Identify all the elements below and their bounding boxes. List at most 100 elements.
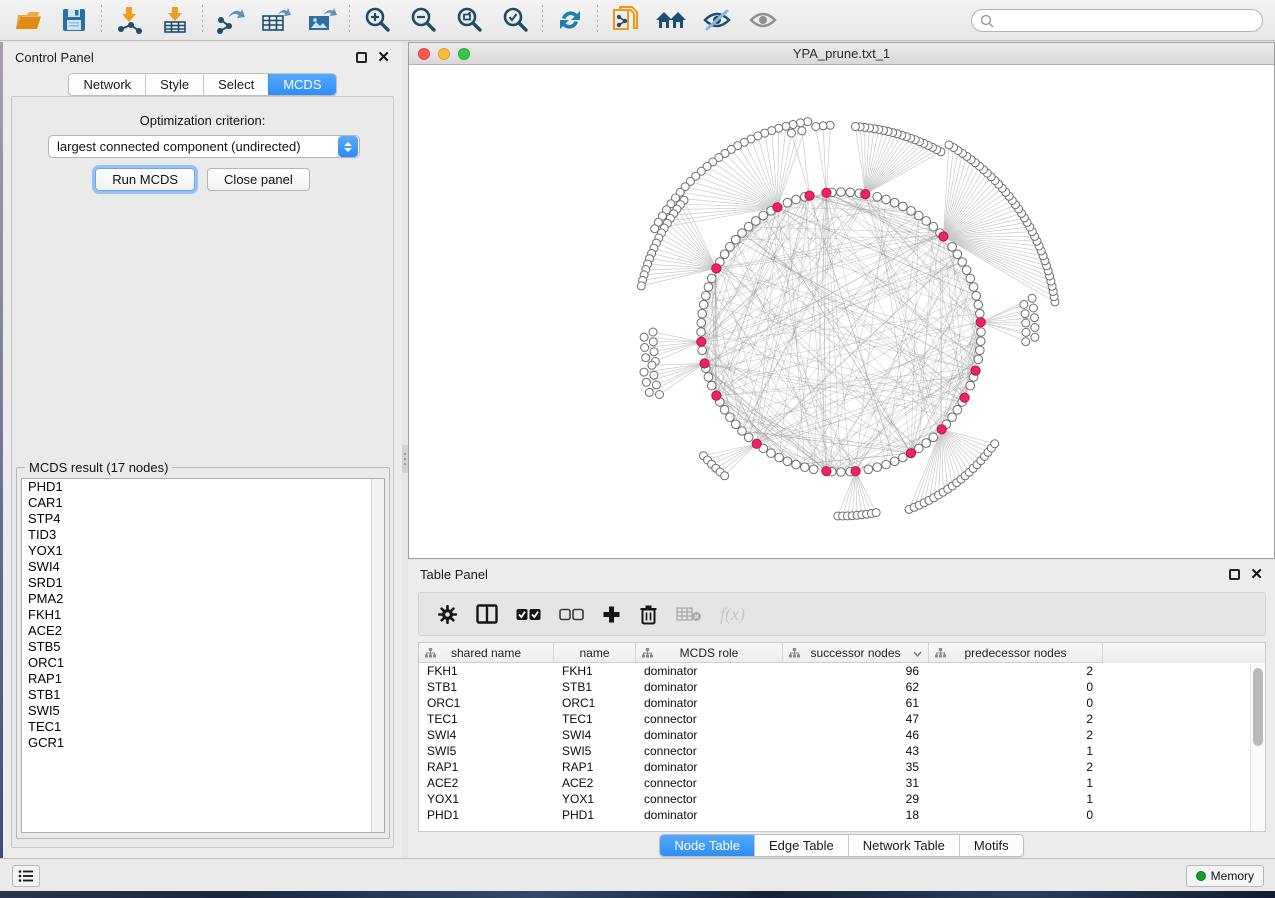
tab-motifs[interactable]: Motifs xyxy=(959,835,1023,856)
mcds-result-item[interactable]: TEC1 xyxy=(22,719,384,735)
column-header-shared-name[interactable]: shared name xyxy=(419,643,554,663)
tab-node-table[interactable]: Node Table xyxy=(660,835,754,856)
hide-selected-eye-icon[interactable] xyxy=(699,4,735,36)
export-table-icon[interactable] xyxy=(258,4,294,36)
table-row[interactable]: STB1STB1dominator620 xyxy=(419,679,1265,695)
zoom-out-icon[interactable] xyxy=(405,4,441,36)
mcds-result-item[interactable]: SWI4 xyxy=(22,559,384,575)
mcds-result-item[interactable]: TID3 xyxy=(22,527,384,543)
table-row[interactable]: ACE2ACE2connector311 xyxy=(419,775,1265,791)
table-cell: dominator xyxy=(636,759,783,775)
search-box[interactable] xyxy=(971,9,1263,32)
close-panel-icon[interactable]: ✕ xyxy=(377,52,390,63)
tab-mcds[interactable]: MCDS xyxy=(268,74,335,95)
table-row[interactable]: ORC1ORC1dominator610 xyxy=(419,695,1265,711)
table-row[interactable]: SWI4SWI4dominator462 xyxy=(419,727,1265,743)
table-row[interactable]: FKH1FKH1dominator962 xyxy=(419,663,1265,679)
table-cell: dominator xyxy=(636,695,783,711)
table-cell: ORC1 xyxy=(419,695,554,711)
float-panel-icon[interactable] xyxy=(356,52,367,63)
table-panel: Table Panel ✕ xyxy=(408,560,1275,858)
mcds-result-item[interactable]: SRD1 xyxy=(22,575,384,591)
table-cell: SWI4 xyxy=(419,727,554,743)
duplicate-network-icon[interactable] xyxy=(607,4,643,36)
show-all-eye-icon[interactable] xyxy=(745,4,781,36)
network-canvas[interactable] xyxy=(409,66,1274,558)
network-graph[interactable] xyxy=(409,66,1274,558)
attribute-tree-icon xyxy=(642,648,653,658)
table-scrollbar[interactable] xyxy=(1250,664,1265,831)
close-panel-button[interactable]: Close panel xyxy=(207,168,310,191)
zoom-selected-icon[interactable] xyxy=(497,4,533,36)
memory-button[interactable]: Memory xyxy=(1186,865,1264,887)
table-scrollbar-thumb[interactable] xyxy=(1253,668,1263,746)
tab-network[interactable]: Network xyxy=(69,74,145,95)
mcds-result-item[interactable]: STB1 xyxy=(22,687,384,703)
refresh-view-icon[interactable] xyxy=(552,4,588,36)
import-network-icon[interactable] xyxy=(111,4,147,36)
window-minimize-icon[interactable] xyxy=(438,48,450,60)
table-row[interactable]: RAP1RAP1dominator352 xyxy=(419,759,1265,775)
table-cell: 31 xyxy=(783,775,929,791)
create-new-column-icon[interactable] xyxy=(602,605,621,624)
open-file-icon[interactable] xyxy=(10,4,46,36)
table-row[interactable]: PHD1PHD1dominator180 xyxy=(419,807,1265,823)
table-cell: 61 xyxy=(783,695,929,711)
table-row[interactable]: TEC1TEC1connector472 xyxy=(419,711,1265,727)
tab-style[interactable]: Style xyxy=(145,74,203,95)
mcds-result-item[interactable]: FKH1 xyxy=(22,607,384,623)
show-column-panel-icon[interactable] xyxy=(476,604,498,624)
mcds-result-item[interactable]: PMA2 xyxy=(22,591,384,607)
export-network-icon[interactable] xyxy=(212,4,248,36)
table-cell: connector xyxy=(636,743,783,759)
mcds-list-scrollbar[interactable] xyxy=(371,479,384,832)
mcds-result-item[interactable]: YOX1 xyxy=(22,543,384,559)
column-header-mcds-role[interactable]: MCDS role xyxy=(636,643,783,663)
mcds-result-item[interactable]: GCR1 xyxy=(22,735,384,751)
table-row[interactable]: YOX1YOX1connector291 xyxy=(419,791,1265,807)
application-window: Control Panel ✕ Network Style Select MCD… xyxy=(0,0,1275,898)
mcds-result-item[interactable]: RAP1 xyxy=(22,671,384,687)
mcds-result-item[interactable]: STP4 xyxy=(22,511,384,527)
table-cell: SWI4 xyxy=(554,727,636,743)
tab-select[interactable]: Select xyxy=(203,74,268,95)
toolbar-separator xyxy=(349,5,350,35)
column-header-successor-nodes[interactable]: successor nodes xyxy=(783,643,929,663)
float-table-panel-icon[interactable] xyxy=(1229,569,1240,580)
mcds-tab-panel: Optimization criterion: largest connecte… xyxy=(11,96,394,848)
mcds-result-group: MCDS result (17 nodes) PHD1CAR1STP4TID3Y… xyxy=(16,467,390,839)
mcds-result-item[interactable]: SWI5 xyxy=(22,703,384,719)
mcds-result-item[interactable]: ORC1 xyxy=(22,655,384,671)
run-mcds-button[interactable]: Run MCDS xyxy=(95,168,195,191)
delete-columns-trash-icon[interactable] xyxy=(639,604,658,625)
search-input[interactable] xyxy=(999,14,1254,28)
mcds-result-list[interactable]: PHD1CAR1STP4TID3YOX1SWI4SRD1PMA2FKH1ACE2… xyxy=(21,478,385,833)
table-settings-gear-icon[interactable] xyxy=(437,604,458,625)
tab-edge-table[interactable]: Edge Table xyxy=(754,835,848,856)
column-header-name[interactable]: name xyxy=(554,643,636,663)
mcds-result-item[interactable]: PHD1 xyxy=(22,479,384,495)
deselect-all-columns-icon[interactable] xyxy=(559,608,584,621)
mcds-result-item[interactable]: CAR1 xyxy=(22,495,384,511)
window-close-icon[interactable] xyxy=(418,48,430,60)
close-table-panel-icon[interactable]: ✕ xyxy=(1250,569,1263,580)
mcds-result-item[interactable]: STB5 xyxy=(22,639,384,655)
table-row[interactable]: SWI5SWI5connector431 xyxy=(419,743,1265,759)
table-cell: 1 xyxy=(929,791,1103,807)
network-window-titlebar[interactable]: YPA_prune.txt_1 xyxy=(409,43,1274,65)
zoom-in-icon[interactable] xyxy=(359,4,395,36)
column-header-predecessor-nodes[interactable]: predecessor nodes xyxy=(929,643,1103,663)
window-maximize-icon[interactable] xyxy=(458,48,470,60)
zoom-fit-icon[interactable] xyxy=(451,4,487,36)
import-table-icon[interactable] xyxy=(157,4,193,36)
first-neighbors-icon[interactable] xyxy=(653,4,689,36)
mcds-result-item[interactable]: ACE2 xyxy=(22,623,384,639)
task-history-button[interactable] xyxy=(12,865,40,887)
tab-network-table[interactable]: Network Table xyxy=(848,835,959,856)
table-panel-header: Table Panel ✕ xyxy=(408,560,1275,588)
export-image-icon[interactable] xyxy=(304,4,340,36)
optimization-criterion-select[interactable]: largest connected component (undirected) xyxy=(48,135,360,158)
select-all-columns-icon[interactable] xyxy=(516,608,541,621)
save-session-icon[interactable] xyxy=(56,4,92,36)
mcds-result-group-title: MCDS result (17 nodes) xyxy=(25,460,172,475)
